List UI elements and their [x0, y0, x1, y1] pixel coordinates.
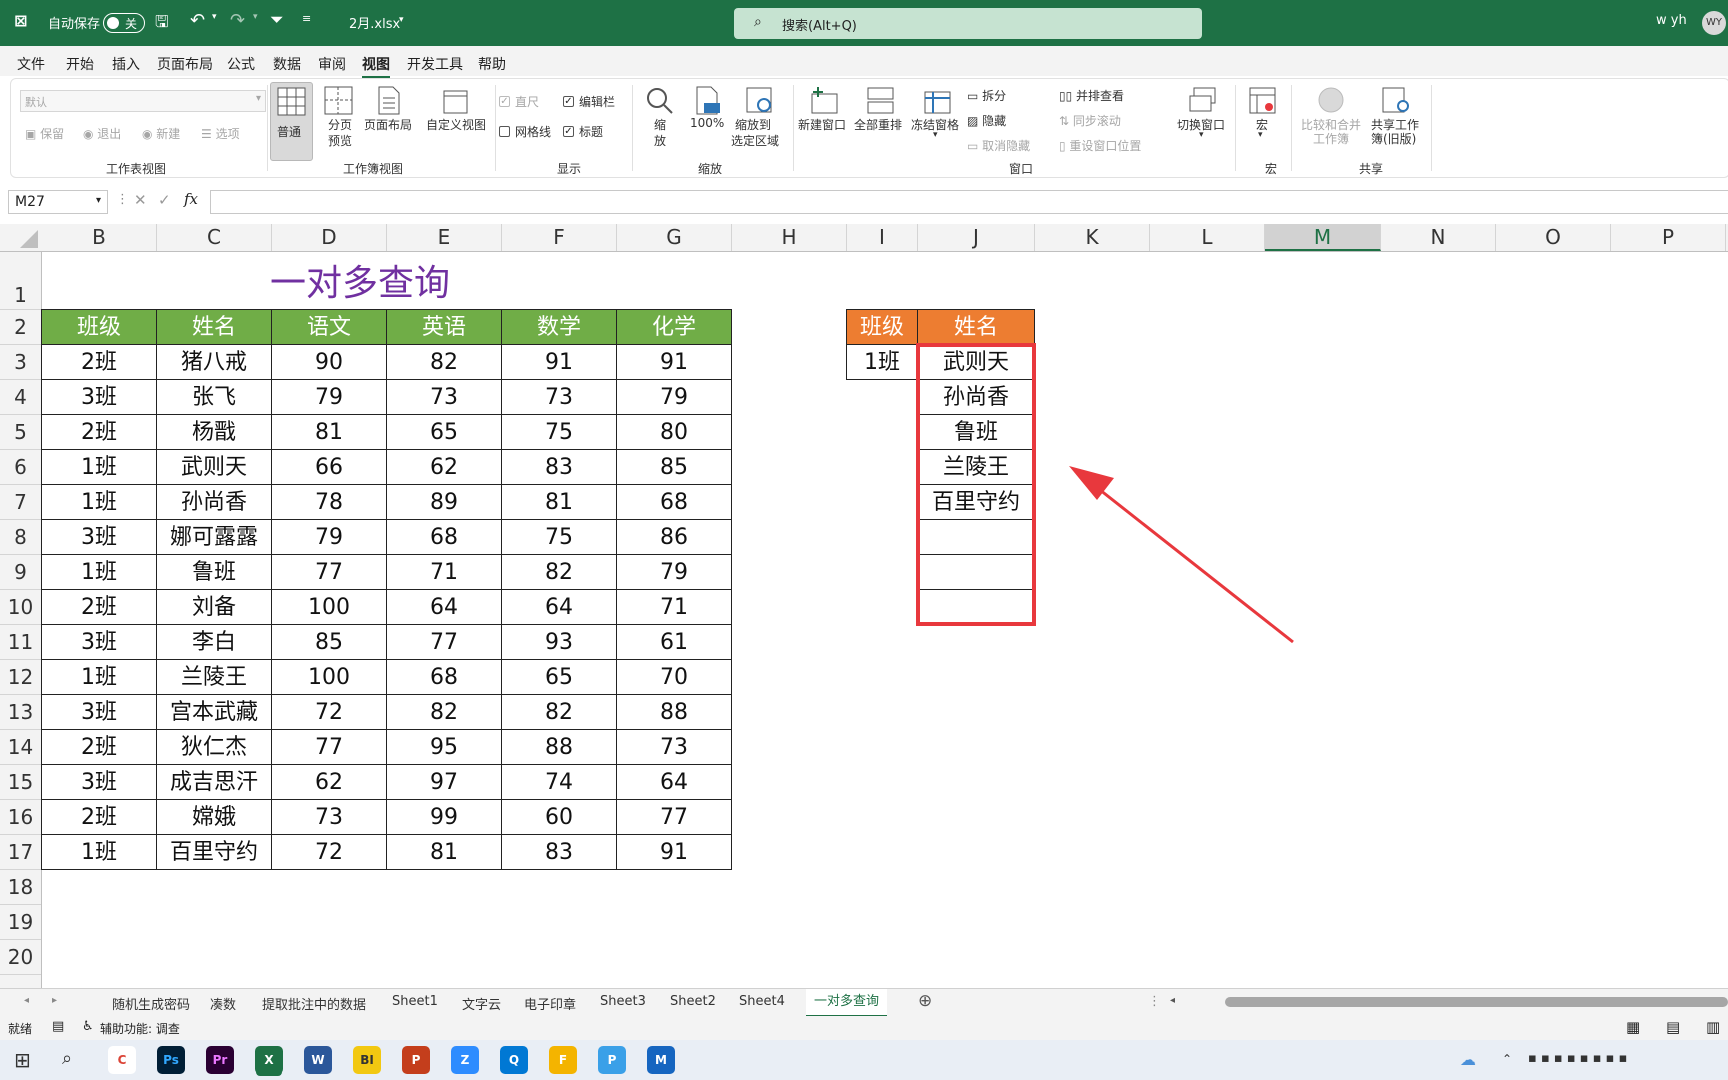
sheet-tab-bar: ◂ ▸ ⊕ ⋮ ◂ 随机生成密码 凑数 提取批注中的数据 Sheet1 文字云 电子印章 S…: [0, 988, 1728, 1017]
taskbar-app-3[interactable]: X: [255, 1046, 283, 1074]
taskbar-app-9[interactable]: F: [549, 1046, 577, 1074]
scroll-left-icon[interactable]: ◂: [1170, 995, 1175, 1006]
tray-expand-icon[interactable]: ⌃: [1502, 1052, 1512, 1066]
normal-view-status-icon[interactable]: ▦: [1626, 1018, 1640, 1036]
taskbar-search-icon[interactable]: ⌕: [62, 1048, 72, 1069]
accessibility-status[interactable]: 辅助功能: 调查: [100, 1020, 180, 1037]
status-ready: 就绪: [8, 1022, 33, 1036]
taskbar-app-0[interactable]: C: [108, 1046, 136, 1074]
taskbar-app-4[interactable]: W: [304, 1046, 332, 1074]
sheet-tab-5[interactable]: 电子印章: [524, 994, 576, 1013]
taskbar-app-11[interactable]: M: [647, 1046, 675, 1074]
prev-sheet-icon[interactable]: ◂: [24, 995, 29, 1006]
page-layout-status-icon[interactable]: ▤: [1666, 1018, 1680, 1036]
macro-record-icon[interactable]: ▤: [52, 1019, 64, 1034]
sheet-tab-1[interactable]: 凑数: [210, 994, 236, 1013]
sheet-tab-0[interactable]: 随机生成密码: [112, 994, 190, 1013]
sheet-tab-7[interactable]: Sheet2: [670, 994, 716, 1009]
red-arrow-annotation: [1069, 466, 1294, 644]
taskbar-app-8[interactable]: Q: [500, 1046, 528, 1074]
sheet-tab-2[interactable]: 提取批注中的数据: [262, 994, 366, 1013]
taskbar-app-5[interactable]: BI: [353, 1046, 381, 1074]
taskbar-app-7[interactable]: Z: [451, 1046, 479, 1074]
taskbar-app-1[interactable]: Ps: [157, 1046, 185, 1074]
horizontal-scrollbar[interactable]: [1225, 997, 1728, 1007]
taskbar-app-10[interactable]: P: [598, 1046, 626, 1074]
sheet-tab-8[interactable]: Sheet4: [739, 994, 785, 1009]
tab-splitter-icon[interactable]: ⋮: [1148, 994, 1161, 1009]
taskbar-app-2[interactable]: Pr: [206, 1046, 234, 1074]
tray-icons[interactable]: ▪ ▪ ▪ ▪ ▪ ▪ ▪ ▪: [1528, 1051, 1627, 1066]
page-break-status-icon[interactable]: ▥: [1706, 1018, 1720, 1036]
status-bar: 就绪 ▤ ♿ 辅助功能: 调查 ▦ ▤ ▥: [0, 1016, 1728, 1040]
windows-start-icon[interactable]: ⊞: [14, 1048, 31, 1072]
add-sheet-icon[interactable]: ⊕: [918, 991, 932, 1011]
sheet-tab-9[interactable]: 一对多查询: [806, 989, 888, 1017]
windows-taskbar: ⊞ ⌕ C Ps Pr X W BI P Z Q F P M ☁ ⌃ ▪ ▪ ▪ ▪ ▪ ▪ ▪ ▪: [0, 1040, 1728, 1080]
accessibility-icon[interactable]: ♿: [82, 1019, 94, 1034]
next-sheet-icon[interactable]: ▸: [52, 995, 57, 1006]
sheet-tab-6[interactable]: Sheet3: [600, 994, 646, 1009]
onedrive-icon[interactable]: ☁: [1460, 1050, 1476, 1069]
sheet-tab-3[interactable]: Sheet1: [392, 994, 438, 1009]
taskbar-app-6[interactable]: P: [402, 1046, 430, 1074]
sheet-tab-4[interactable]: 文字云: [462, 994, 501, 1013]
